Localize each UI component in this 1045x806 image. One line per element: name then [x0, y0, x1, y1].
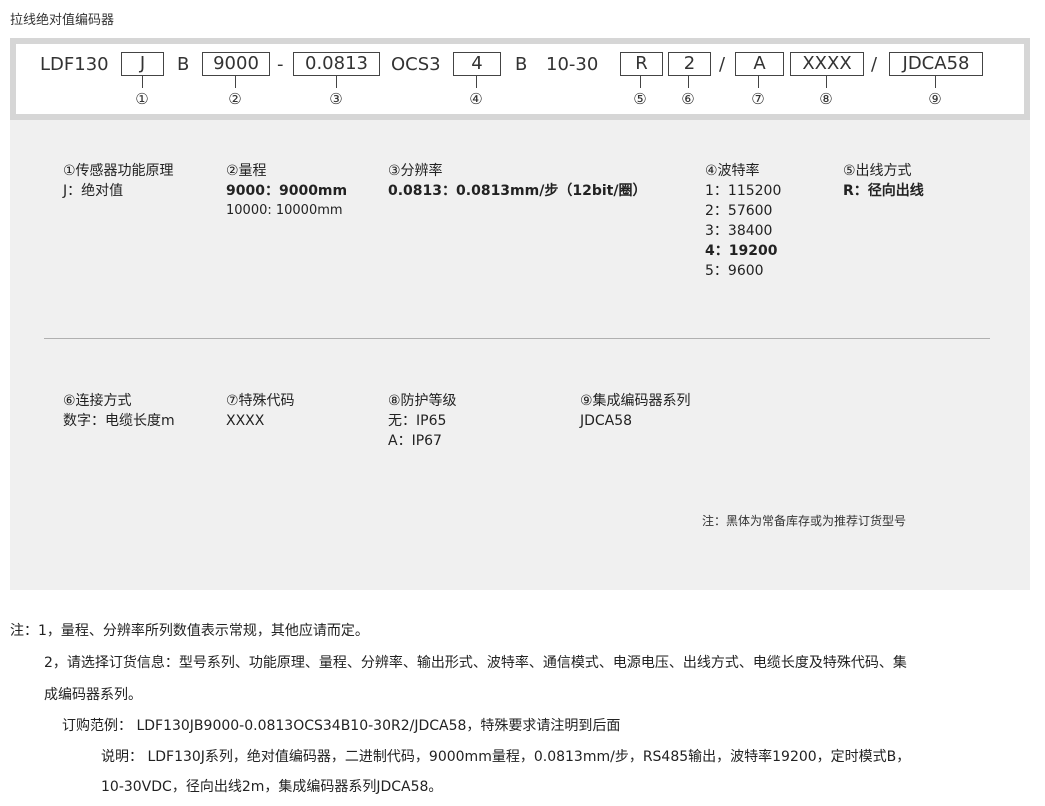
marker-2: ②	[228, 90, 242, 108]
footnote-2-line-2: 成编码器系列。	[44, 687, 142, 703]
block-resolution-title: ③分辨率	[388, 163, 443, 179]
block-special: ⑦特殊代码 XXXX	[226, 391, 295, 431]
block-special-title: ⑦特殊代码	[226, 393, 295, 409]
block-outlet-default: R：径向出线	[843, 183, 924, 199]
block-range-alt: 10000: 10000mm	[226, 203, 343, 218]
marker-4: ④	[469, 90, 483, 108]
block-range-title: ②量程	[226, 163, 267, 179]
block-range-default: 9000：9000mm	[226, 183, 348, 199]
block-baud: ④波特率 1：115200 2：57600 3：38400 4：19200 5：…	[705, 161, 781, 281]
block-range: ②量程 9000：9000mm 10000: 10000mm	[226, 161, 347, 221]
marker-3: ③	[329, 90, 343, 108]
model-slash: /	[719, 54, 726, 75]
footnote-1: 注：1，量程、分辨率所列数值表示常规，其他应请而定。	[10, 623, 369, 639]
block-principle: ①传感器功能原理 J：绝对值	[63, 161, 174, 201]
block-series-title: ⑨集成编码器系列	[580, 393, 691, 409]
block-protection-title: ⑧防护等级	[388, 393, 457, 409]
leader-line-2	[235, 76, 236, 88]
order-example: 订购范例： LDF130JB9000-0.0813OCS34B10-30R2/J…	[62, 718, 621, 734]
block-principle-value: J：绝对值	[63, 183, 124, 199]
field-range-box: 9000	[202, 52, 270, 76]
model-dash: -	[277, 54, 284, 75]
field-protection-box: XXXX	[790, 52, 864, 76]
field-baud-box: 4	[453, 52, 501, 76]
example-description-line-2: 10-30VDC，径向出线2m，集成编码器系列JDCA58。	[101, 779, 443, 795]
block-resolution-default: 0.0813：0.0813mm/步（12bit/圈）	[388, 183, 647, 199]
field-outlet-box: R	[620, 52, 663, 76]
block-baud-option-3: 3：38400	[705, 223, 773, 239]
block-baud-title: ④波特率	[705, 163, 760, 179]
block-baud-option-5: 5：9600	[705, 263, 764, 279]
block-principle-title: ①传感器功能原理	[63, 163, 174, 179]
block-baud-option-4: 4：19200	[705, 243, 778, 259]
leader-line-6	[688, 76, 689, 88]
model-separator-b: B	[177, 54, 190, 75]
marker-6: ⑥	[681, 90, 695, 108]
leader-line-8	[826, 76, 827, 88]
field-series-box: JDCA58	[889, 52, 983, 76]
block-outlet: ⑤出线方式 R：径向出线	[843, 161, 924, 201]
model-ocs: OCS3	[391, 54, 441, 75]
block-outlet-title: ⑤出线方式	[843, 163, 912, 179]
model-voltage: 10-30	[546, 54, 599, 75]
leader-line-7	[758, 76, 759, 88]
leader-line-9	[935, 76, 936, 88]
field-principle-box: J	[121, 52, 164, 76]
leader-line-3	[336, 76, 337, 88]
leader-line-5	[640, 76, 641, 88]
block-series-value: JDCA58	[580, 413, 633, 429]
block-special-value: XXXX	[226, 413, 265, 429]
block-resolution: ③分辨率 0.0813：0.0813mm/步（12bit/圈）	[388, 161, 646, 201]
block-protection-option-1: 无：IP65	[388, 413, 447, 429]
block-protection: ⑧防护等级 无：IP65 A：IP67	[388, 391, 457, 451]
marker-1: ①	[135, 90, 149, 108]
section-divider	[44, 338, 990, 339]
leader-line-4	[476, 76, 477, 88]
spec-panel	[10, 38, 1030, 590]
example-description-line-1: 说明： LDF130J系列，绝对值编码器，二进制代码，9000mm量程，0.08…	[101, 749, 911, 765]
block-series: ⑨集成编码器系列 JDCA58	[580, 391, 691, 431]
block-baud-option-1: 1：115200	[705, 183, 782, 199]
model-slash-2: /	[871, 54, 878, 75]
model-prefix: LDF130	[40, 54, 109, 75]
field-resolution-box: 0.0813	[293, 52, 380, 76]
block-connection-value: 数字：电缆长度m	[63, 413, 175, 429]
block-connection: ⑥连接方式 数字：电缆长度m	[63, 391, 175, 431]
model-separator-b2: B	[515, 54, 528, 75]
marker-8: ⑧	[819, 90, 833, 108]
block-protection-option-2: A：IP67	[388, 433, 442, 449]
marker-9: ⑨	[928, 90, 942, 108]
field-special-box: A	[735, 52, 784, 76]
footnote-2-line-1: 2，请选择订货信息：型号系列、功能原理、量程、分辨率、输出形式、波特率、通信模式…	[44, 655, 907, 671]
block-connection-title: ⑥连接方式	[63, 393, 132, 409]
marker-5: ⑤	[633, 90, 647, 108]
block-baud-option-2: 2：57600	[705, 203, 773, 219]
leader-line-1	[142, 76, 143, 88]
page-title: 拉线绝对值编码器	[10, 13, 115, 28]
field-connection-box: 2	[668, 52, 711, 76]
panel-note: 注：黑体为常备库存或为推荐订货型号	[702, 514, 907, 528]
marker-7: ⑦	[751, 90, 765, 108]
